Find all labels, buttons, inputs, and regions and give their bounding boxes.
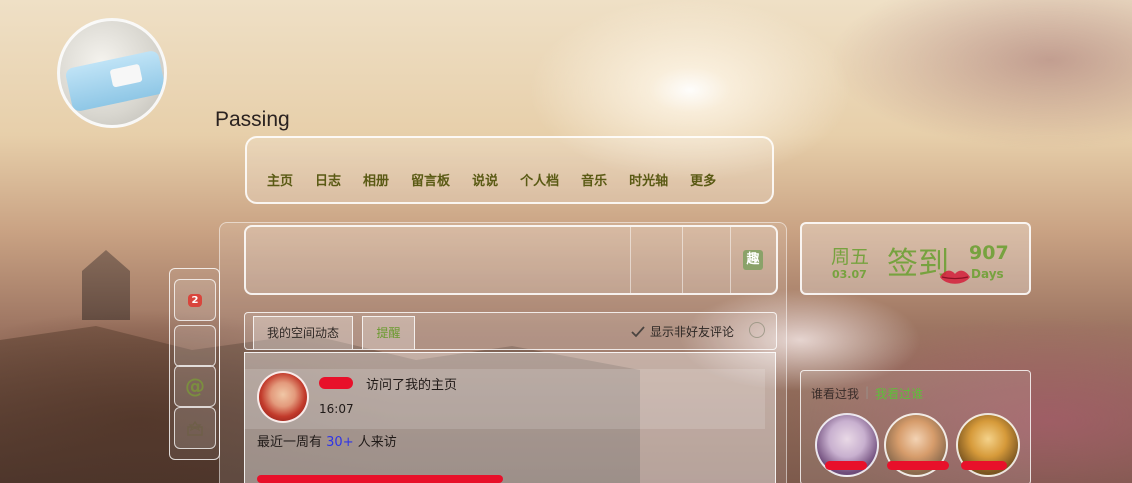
post-box-divider xyxy=(682,227,683,293)
gift-button[interactable] xyxy=(174,407,216,449)
nav-item-shuoshuo[interactable]: 说说 xyxy=(472,170,498,189)
tab-visited-me[interactable]: 谁看过我 xyxy=(811,385,859,402)
profile-avatar[interactable] xyxy=(57,18,167,128)
redacted-name xyxy=(961,461,1007,470)
show-non-friend-label: 显示非好友评论 xyxy=(650,325,735,339)
visitor-avatar[interactable] xyxy=(257,371,309,423)
background-castle xyxy=(82,250,130,320)
show-non-friend-toggle[interactable]: 显示非好友评论 xyxy=(631,323,734,340)
redacted-name xyxy=(887,461,949,470)
lips-icon xyxy=(940,270,970,284)
feed-time: 16:07 xyxy=(319,402,354,416)
feed-list: 访问了我的主页 16:07 最近一周有 30+ 人来访 xyxy=(244,352,776,483)
refresh-icon[interactable] xyxy=(749,322,765,338)
visits-prefix: 最近一周有 xyxy=(257,435,323,450)
side-toolbar: 2 @ xyxy=(169,268,220,460)
nav-item-more[interactable]: 更多 xyxy=(690,170,716,189)
nav-item-timeline[interactable]: 时光轴 xyxy=(629,170,668,189)
tab-my-space-feed[interactable]: 我的空间动态 xyxy=(253,316,353,349)
gift-icon xyxy=(187,420,203,436)
feed-tabs: 我的空间动态 提醒 显示非好友评论 xyxy=(244,312,777,350)
visitors-widget: 谁看过我 | 我看过谁 xyxy=(800,370,1031,483)
at-icon: @ xyxy=(185,374,205,398)
checkin-weekday: 周五 xyxy=(831,246,870,268)
redacted-name xyxy=(825,461,867,470)
checkin-widget[interactable]: 周五 03.07 签到 907 Days xyxy=(800,222,1031,295)
visits-count[interactable]: 30+ xyxy=(326,435,353,450)
mention-button[interactable]: @ xyxy=(174,365,216,407)
tab-reminders[interactable]: 提醒 xyxy=(362,316,415,349)
post-box-divider xyxy=(630,227,631,293)
checkin-date: 03.07 xyxy=(832,268,867,281)
nav-item-home[interactable]: 主页 xyxy=(267,170,293,189)
fun-button[interactable]: 趣 xyxy=(743,250,763,270)
post-input-box[interactable]: 趣 xyxy=(244,225,778,295)
checkin-days-unit: Days xyxy=(971,267,1004,281)
post-box-divider xyxy=(730,227,731,293)
blank-tool-button[interactable] xyxy=(174,325,216,367)
visits-suffix: 人来访 xyxy=(357,435,397,450)
nav-items: 主页 日志 相册 留言板 说说 个人档 音乐 时光轴 更多 xyxy=(267,170,738,189)
nav-item-message-board[interactable]: 留言板 xyxy=(411,170,450,189)
checkmark-icon xyxy=(631,325,645,337)
avatar-image xyxy=(64,49,164,113)
main-nav: 主页 日志 相册 留言板 说说 个人档 音乐 时光轴 更多 xyxy=(245,136,774,204)
visitors-tabs: 谁看过我 | 我看过谁 xyxy=(811,385,923,402)
checkin-count: 907 xyxy=(969,242,1009,264)
nav-item-profile[interactable]: 个人档 xyxy=(520,170,559,189)
nav-item-blog[interactable]: 日志 xyxy=(315,170,341,189)
redacted-text xyxy=(257,475,503,483)
tab-i-visited[interactable]: 我看过谁 xyxy=(875,385,923,402)
feed-action-text: 访问了我的主页 xyxy=(366,378,458,393)
notification-badge: 2 xyxy=(187,293,203,307)
nav-item-music[interactable]: 音乐 xyxy=(581,170,607,189)
tab-separator: | xyxy=(865,385,870,399)
redacted-name xyxy=(319,377,353,389)
site-name: Passing xyxy=(215,108,290,131)
nav-item-album[interactable]: 相册 xyxy=(363,170,389,189)
notification-button[interactable]: 2 xyxy=(174,279,216,321)
weekly-visits-text: 最近一周有 30+ 人来访 xyxy=(257,431,397,450)
